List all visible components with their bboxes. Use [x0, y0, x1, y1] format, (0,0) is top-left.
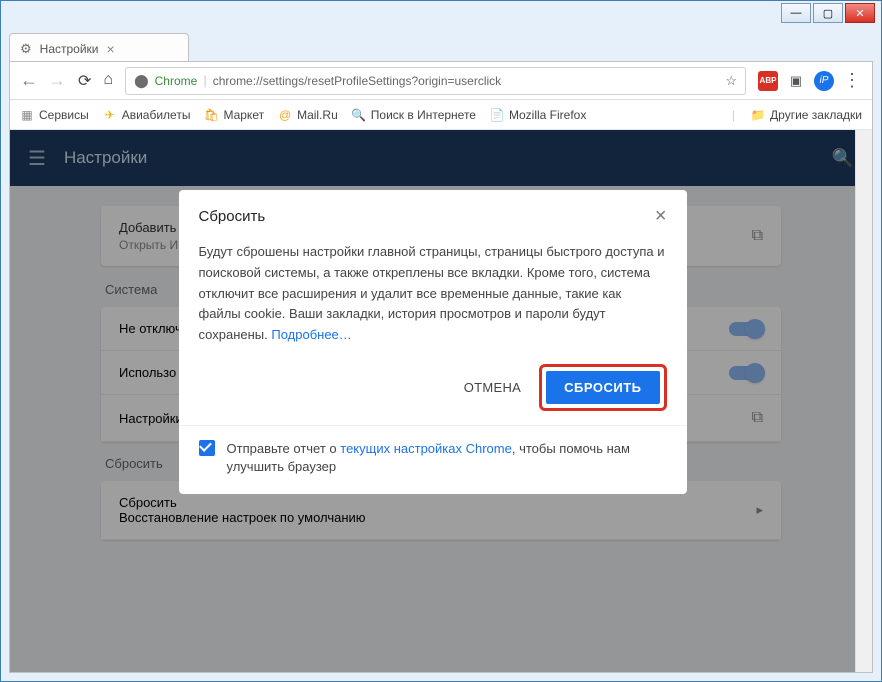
close-icon[interactable]: × [655, 206, 667, 226]
navigation-arrows: ← → [20, 70, 66, 91]
titlebar: — ▢ ✕ [1, 1, 881, 31]
reload-button[interactable]: ⟳ [78, 71, 91, 91]
ip-extension-icon[interactable]: iP [814, 71, 834, 91]
confirm-highlight: СБРОСИТЬ [539, 364, 666, 411]
bookmark-other[interactable]: 📁Другие закладки [751, 108, 862, 122]
window-close-button[interactable]: ✕ [845, 3, 875, 23]
forward-button: → [48, 70, 66, 91]
minimize-button[interactable]: — [781, 3, 811, 23]
bookmark-mailru[interactable]: @Mail.Ru [278, 108, 338, 122]
reset-dialog: Сбросить × Будут сброшены настройки глав… [179, 190, 687, 494]
dialog-body-text: Будут сброшены настройки главной страниц… [199, 244, 665, 342]
cancel-button[interactable]: ОТМЕНА [464, 380, 521, 395]
settings-page: ☰ Настройки 🔍 Добавить специальные возмо… [10, 130, 872, 672]
dialog-footer: Отправьте отчет о текущих настройках Chr… [179, 425, 687, 494]
tab-close-icon[interactable]: × [107, 42, 115, 56]
scrollbar[interactable] [855, 130, 872, 672]
home-button[interactable]: ⌂ [103, 71, 113, 91]
report-link[interactable]: текущих настройках Chrome [340, 441, 512, 456]
bookmark-market[interactable]: 🛍Маркет [204, 108, 264, 122]
chrome-menu-icon[interactable]: ⋮ [842, 71, 862, 91]
learn-more-link[interactable]: Подробнее… [271, 327, 351, 342]
tab-title: Настройки [40, 42, 99, 56]
reset-confirm-button[interactable]: СБРОСИТЬ [546, 371, 659, 404]
bookmark-firefox[interactable]: 📄Mozilla Firefox [490, 108, 586, 122]
dialog-title: Сбросить [199, 208, 266, 225]
nav-icons: ⟳ ⌂ [78, 71, 113, 91]
origin-chip: Chrome [155, 74, 198, 88]
tab-strip: ⚙ Настройки × [9, 31, 873, 63]
report-text: Отправьте отчет о текущих настройках Chr… [227, 440, 667, 476]
bookmarks-bar: ▦Сервисы ✈Авиабилеты 🛍Маркет @Mail.Ru 🔍П… [10, 100, 872, 130]
bookmark-star-icon[interactable]: ☆ [725, 73, 737, 89]
maximize-button[interactable]: ▢ [813, 3, 843, 23]
report-checkbox[interactable] [199, 440, 215, 456]
abp-extension-icon[interactable]: ABP [758, 71, 778, 91]
extension-icons: ABP ▣ iP ⋮ [758, 71, 862, 91]
gear-icon: ⚙ [20, 41, 32, 57]
browser-content: ← → ⟳ ⌂ ⬤ Chrome | chrome://settings/res… [9, 61, 873, 673]
bookmark-apps[interactable]: ▦Сервисы [20, 108, 89, 122]
bookmark-search[interactable]: 🔍Поиск в Интернете [352, 108, 476, 122]
browser-tab-settings[interactable]: ⚙ Настройки × [9, 33, 189, 63]
back-button[interactable]: ← [20, 70, 38, 91]
lock-icon: ⬤ [134, 73, 149, 89]
screenshot-extension-icon[interactable]: ▣ [786, 71, 806, 91]
toolbar: ← → ⟳ ⌂ ⬤ Chrome | chrome://settings/res… [10, 62, 872, 100]
window-frame: — ▢ ✕ ⚙ Настройки × ← → ⟳ ⌂ ⬤ Chrome | c… [0, 0, 882, 682]
omnibox[interactable]: ⬤ Chrome | chrome://settings/resetProfil… [125, 67, 746, 95]
bookmark-avia[interactable]: ✈Авиабилеты [103, 108, 191, 122]
url-text: chrome://settings/resetProfileSettings?o… [213, 74, 720, 88]
modal-overlay: Сбросить × Будут сброшены настройки глав… [10, 130, 855, 672]
